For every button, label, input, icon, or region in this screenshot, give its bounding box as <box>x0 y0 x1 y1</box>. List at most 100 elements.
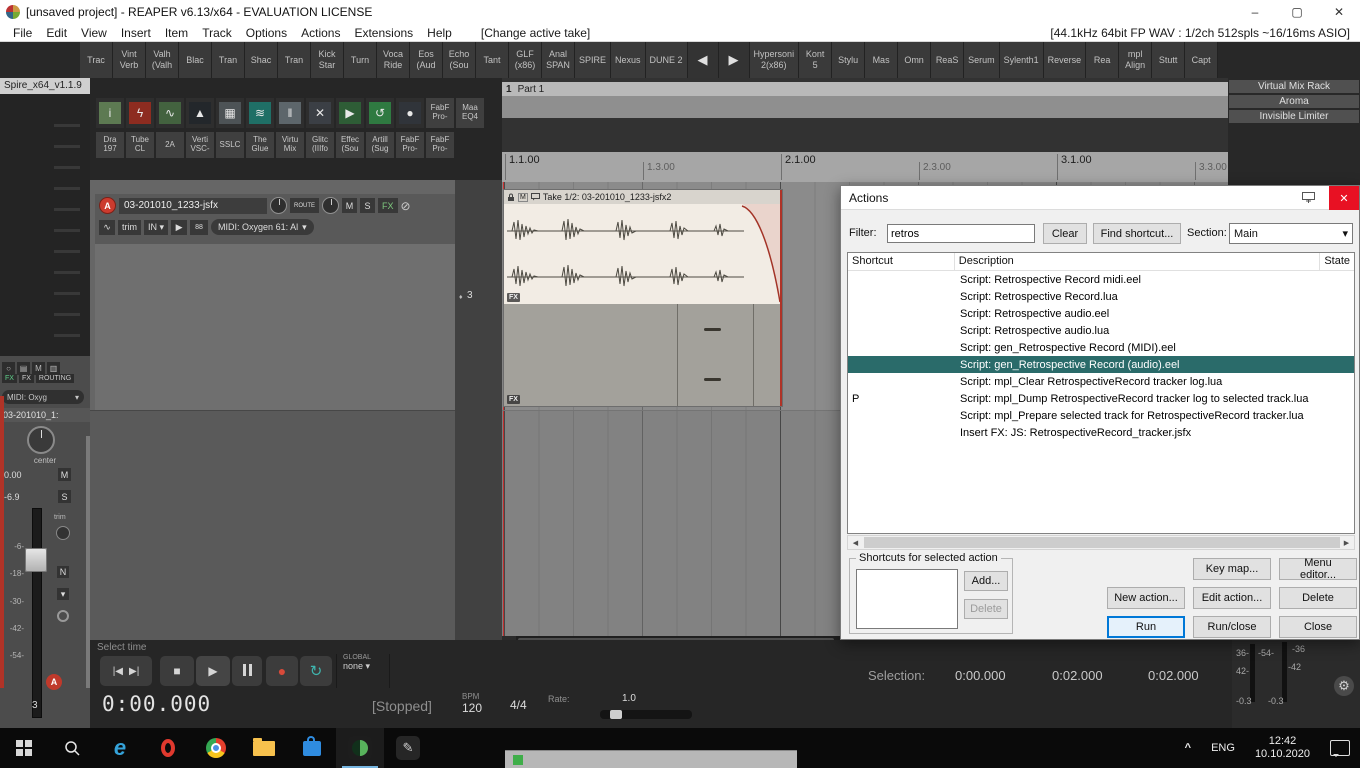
bpm-block[interactable]: BPM 120 <box>462 692 482 715</box>
close-dialog-button[interactable]: Close <box>1279 616 1357 638</box>
fx-plugin-button[interactable]: ‖ <box>276 98 304 128</box>
fx-plugin-button[interactable]: ● <box>396 98 424 128</box>
routing-button[interactable]: ROUTING <box>35 374 75 383</box>
transport-time[interactable]: 0:00.000 <box>102 692 211 716</box>
midi-input-selector[interactable]: MIDI: Oxyg ▾ <box>2 390 84 404</box>
fx-plugin-button[interactable]: Tube CL <box>126 132 154 158</box>
ring-icon[interactable] <box>57 610 69 622</box>
rate-slider-thumb[interactable] <box>610 710 622 719</box>
table-header[interactable]: Shortcut Description State <box>848 253 1354 271</box>
record-button[interactable]: ● <box>266 656 298 686</box>
menu-editor-button[interactable]: Menu editor... <box>1279 557 1357 581</box>
fx-plugin-button[interactable]: Glitc (IIIfo <box>306 132 334 158</box>
media-item[interactable]: M Take 1/2: 03-201010_1233-jsfx2 FX FX <box>504 190 782 406</box>
play-button[interactable]: ▶ <box>196 656 230 686</box>
mixer-mute-button[interactable]: M <box>58 468 71 481</box>
fx-plugin-button[interactable]: Maa EQ4 <box>456 98 484 128</box>
fx-plugin-button[interactable]: Artill (Sug <box>366 132 394 158</box>
action-row[interactable]: Script: gen_Retrospective Record (MIDI).… <box>848 339 1354 356</box>
action-center-button[interactable] <box>1320 728 1360 768</box>
toolbar-button[interactable]: Hypersoni 2(x86) <box>749 42 800 78</box>
fx-chain-item[interactable]: Invisible Limiter <box>1229 110 1359 123</box>
fx-plugin-button[interactable]: Verti VSC- <box>186 132 214 158</box>
find-shortcut-button[interactable]: Find shortcut... <box>1093 223 1181 244</box>
background-window-strip[interactable] <box>505 750 797 768</box>
toolbar-button[interactable]: SPIRE <box>575 42 612 78</box>
fx-plugin-button[interactable]: ▶ <box>336 98 364 128</box>
item-mute-icon[interactable]: M <box>518 192 528 202</box>
menu-item[interactable]: Insert <box>114 26 158 40</box>
toolbar-button[interactable]: Kick Star <box>311 42 344 78</box>
timeline-ruler[interactable]: 1.1.00 1.3.00 2.1.00 2.3.00 3.1.00 3.3.0… <box>502 152 1228 183</box>
delete-shortcut-button[interactable]: Delete <box>964 599 1008 619</box>
record-arm-button[interactable]: A <box>46 674 62 690</box>
toolbar-button[interactable]: Voca Ride <box>377 42 410 78</box>
trim-button[interactable]: trim <box>118 219 141 235</box>
go-to-start-icon[interactable]: |◀ <box>113 666 123 677</box>
column-state[interactable]: State <box>1320 253 1354 270</box>
tray-chevron-icon[interactable]: ^ <box>1175 728 1201 768</box>
fx-plugin-button[interactable]: The Glue <box>246 132 274 158</box>
region-lane[interactable]: 1 Part 1 <box>502 82 1228 96</box>
track-name[interactable]: 03-201010_1233-jsfx <box>119 197 267 214</box>
action-row[interactable]: Script: mpl_Clear RetrospectiveRecord tr… <box>848 373 1354 390</box>
clear-button[interactable]: Clear <box>1043 223 1087 244</box>
action-row[interactable]: Script: Retrospective audio.lua <box>848 322 1354 339</box>
new-action-button[interactable]: New action... <box>1107 587 1185 609</box>
column-shortcut[interactable]: Shortcut <box>848 253 955 270</box>
taskbar-chrome[interactable] <box>192 728 240 768</box>
action-row[interactable]: Script: gen_Retrospective Record (audio)… <box>848 356 1354 373</box>
solo-button[interactable]: S <box>360 198 375 213</box>
take-2-midi[interactable]: FX <box>504 304 782 406</box>
chevron-down-icon[interactable]: ▾ <box>57 588 69 600</box>
fx-plugin-button[interactable]: ▦ <box>216 98 244 128</box>
menu-item[interactable]: Help <box>420 26 459 40</box>
record-arm-button[interactable]: A <box>99 197 116 214</box>
fx-button[interactable]: FX <box>378 198 398 213</box>
toolbar-button[interactable]: Anal SPAN <box>542 42 575 78</box>
mixer-track-name[interactable]: 03-201010_1: <box>0 408 90 422</box>
toolbar-button[interactable]: ReaS <box>931 42 965 78</box>
toolbar-button[interactable]: Tant <box>476 42 509 78</box>
fx-plugin-button[interactable]: ≋ <box>246 98 274 128</box>
toolbar-button[interactable]: Echo (Sou <box>443 42 476 78</box>
trim-knob[interactable] <box>56 526 70 540</box>
action-row[interactable]: Insert FX: JS: RetrospectiveRecord_track… <box>848 424 1354 441</box>
fx-plugin-button[interactable]: ▲ <box>186 98 214 128</box>
action-row[interactable]: Script: Retrospective Record.lua <box>848 288 1354 305</box>
mixer-solo-button[interactable]: S <box>58 490 71 503</box>
toolbar-button[interactable]: Serum <box>964 42 1000 78</box>
track-panel[interactable]: A 03-201010_1233-jsfx ROUTE M S FX ⊘ ∿ t… <box>95 194 455 410</box>
fx-plugin-button[interactable]: ✕ <box>306 98 334 128</box>
change-active-take-label[interactable]: [Change active take] <box>481 26 590 40</box>
menu-item[interactable]: Extensions <box>347 26 420 40</box>
fx-enable-button[interactable]: FX <box>2 374 17 383</box>
fx-plugin-button[interactable]: FabF Pro- <box>426 98 454 128</box>
taskbar-store[interactable] <box>288 728 336 768</box>
maximize-button[interactable]: ▢ <box>1276 0 1318 24</box>
action-row[interactable]: P Script: mpl_Dump RetrospectiveRecord t… <box>848 390 1354 407</box>
repeat-button[interactable]: ↻ <box>300 656 332 686</box>
action-row[interactable]: Script: mpl_Prepare selected track for R… <box>848 407 1354 424</box>
toolbar-button[interactable]: Eos (Aud <box>410 42 443 78</box>
selection-start[interactable]: 0:00.000 <box>955 668 1006 683</box>
dock-icon[interactable] <box>1302 192 1315 203</box>
toolbar-button[interactable]: Stutt <box>1152 42 1186 78</box>
pan-knob[interactable] <box>270 197 287 214</box>
fx-plugin-button[interactable]: ϟ <box>126 98 154 128</box>
action-row[interactable]: Script: Retrospective audio.eel <box>848 305 1354 322</box>
toolbar-button[interactable]: Valh (Valh <box>146 42 179 78</box>
toolbar-button[interactable]: GLF (x86) <box>509 42 542 78</box>
pause-button[interactable] <box>232 656 262 686</box>
toolbar-button[interactable]: Shac <box>245 42 278 78</box>
run-button[interactable]: Run <box>1107 616 1185 638</box>
toolbar-button[interactable]: Vint Verb <box>113 42 146 78</box>
stop-button[interactable]: ■ <box>160 656 194 686</box>
shortcuts-listbox[interactable] <box>856 569 958 629</box>
toolbar-button[interactable]: Turn <box>344 42 377 78</box>
mixer-scrollbar[interactable] <box>86 436 90 688</box>
table-hscrollbar[interactable]: ◀ ▶ <box>847 535 1355 550</box>
envelope-icon[interactable]: ∿ <box>99 219 115 235</box>
item-right-edge[interactable] <box>780 190 782 406</box>
global-automation[interactable]: GLOBAL none ▾ <box>336 654 390 688</box>
